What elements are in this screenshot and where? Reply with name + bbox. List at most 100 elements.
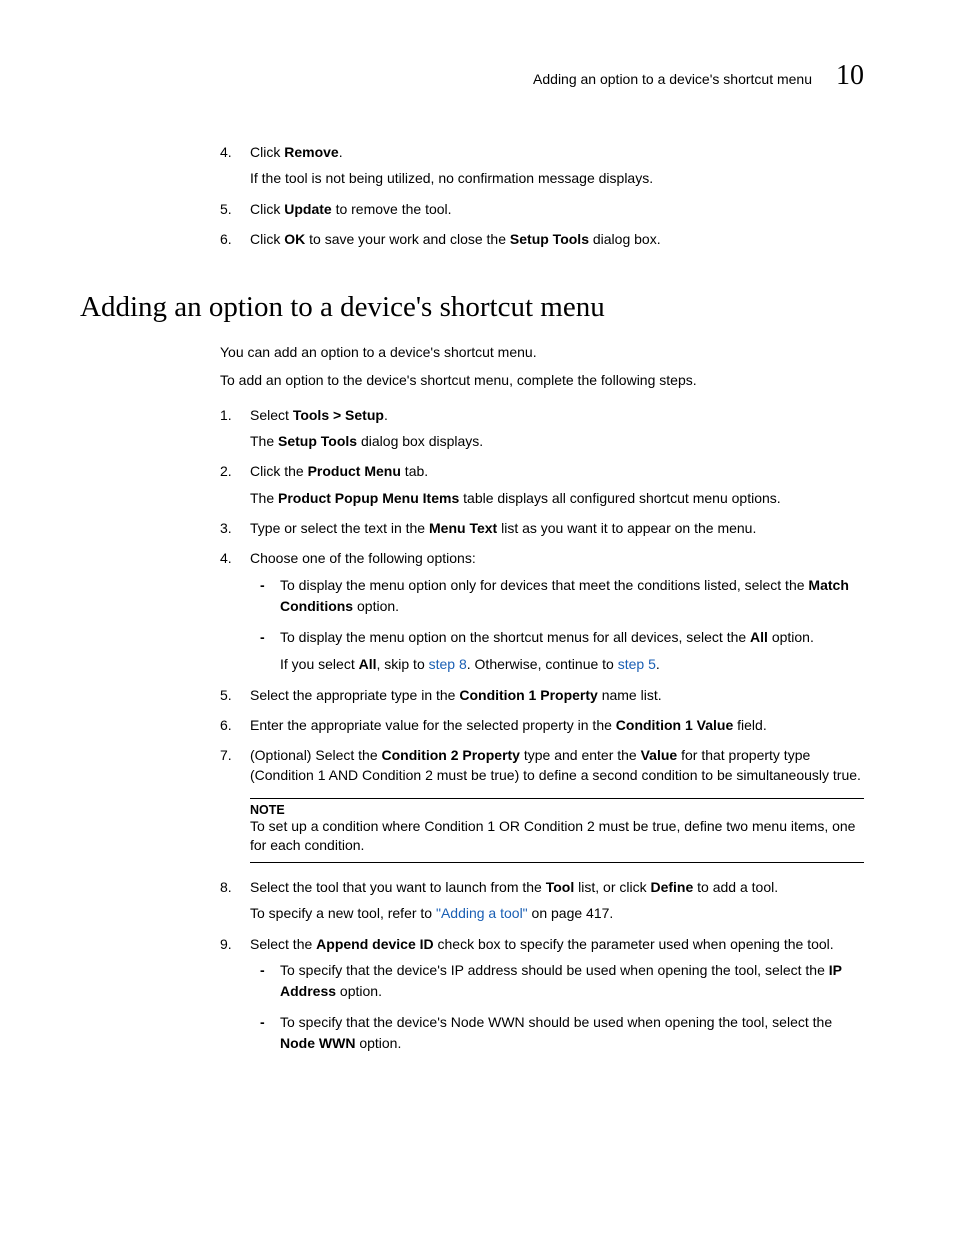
- bold: Tools > Setup: [293, 407, 384, 423]
- bold: Update: [284, 201, 331, 217]
- step-number: 2.: [220, 461, 232, 481]
- text: to add a tool.: [693, 879, 778, 895]
- note-label: NOTE: [250, 803, 864, 817]
- page: Adding an option to a device's shortcut …: [0, 0, 954, 1235]
- bold: Product Menu: [308, 463, 401, 479]
- text: Type or select the text in the: [250, 520, 429, 536]
- adding-a-tool-link[interactable]: "Adding a tool": [436, 905, 528, 921]
- step-number: 4.: [220, 548, 232, 568]
- text: Click the: [250, 463, 308, 479]
- section-heading: Adding an option to a device's shortcut …: [80, 291, 864, 324]
- text: on page 417.: [528, 905, 614, 921]
- text: Click: [250, 231, 284, 247]
- dash-item: To display the menu option on the shortc…: [250, 627, 864, 675]
- intro-paragraph-2: To add an option to the device's shortcu…: [220, 370, 864, 390]
- sub-text: To specify a new tool, refer to "Adding …: [250, 903, 864, 923]
- text: (Optional) Select the: [250, 747, 382, 763]
- note-box: NOTE To set up a condition where Conditi…: [250, 798, 864, 863]
- step-2: 2. Click the Product Menu tab. The Produ…: [220, 461, 864, 508]
- text: , skip to: [376, 656, 428, 672]
- text: option.: [768, 629, 814, 645]
- bold: All: [750, 629, 768, 645]
- note-text: To set up a condition where Condition 1 …: [250, 817, 864, 856]
- intro-paragraph-1: You can add an option to a device's shor…: [220, 342, 864, 362]
- step-3: 3. Type or select the text in the Menu T…: [220, 518, 864, 538]
- text: dialog box.: [589, 231, 661, 247]
- step-5-prior: 5. Click Update to remove the tool.: [220, 199, 864, 219]
- prior-steps-list: 4. Click Remove. If the tool is not bein…: [220, 142, 864, 249]
- bold: Condition 2 Property: [382, 747, 520, 763]
- text: .: [656, 656, 660, 672]
- step-number: 3.: [220, 518, 232, 538]
- step-number: 6.: [220, 229, 232, 249]
- text: Enter the appropriate value for the sele…: [250, 717, 616, 733]
- text: . Otherwise, continue to: [467, 656, 618, 672]
- step-number: 5.: [220, 199, 232, 219]
- step-1: 1. Select Tools > Setup. The Setup Tools…: [220, 405, 864, 452]
- step-number: 8.: [220, 877, 232, 897]
- bold: Node WWN: [280, 1035, 355, 1051]
- text: type and enter the: [520, 747, 641, 763]
- text: tab.: [401, 463, 428, 479]
- text: Click: [250, 144, 284, 160]
- bold: Menu Text: [429, 520, 497, 536]
- text: To display the menu option only for devi…: [280, 577, 808, 593]
- text: If you select: [280, 656, 359, 672]
- step-6: 6. Enter the appropriate value for the s…: [220, 715, 864, 735]
- content-area: 4. Click Remove. If the tool is not bein…: [220, 142, 864, 1054]
- step-number: 5.: [220, 685, 232, 705]
- step-number: 6.: [220, 715, 232, 735]
- text: dialog box displays.: [357, 433, 483, 449]
- sub-text: The Product Popup Menu Items table displ…: [250, 488, 864, 508]
- step-number: 1.: [220, 405, 232, 425]
- text: to remove the tool.: [332, 201, 452, 217]
- bold: Condition 1 Value: [616, 717, 733, 733]
- step-number: 7.: [220, 745, 232, 765]
- header-title: Adding an option to a device's shortcut …: [533, 71, 812, 87]
- step-4: 4. Choose one of the following options: …: [220, 548, 864, 674]
- main-steps-list-continued: 8. Select the tool that you want to laun…: [220, 877, 864, 1054]
- text: option.: [336, 983, 382, 999]
- bold: Append device ID: [316, 936, 433, 952]
- step-number: 9.: [220, 934, 232, 954]
- text: check box to specify the parameter used …: [434, 936, 834, 952]
- text: to save your work and close the: [305, 231, 510, 247]
- step-8-link[interactable]: step 8: [429, 656, 467, 672]
- text: option.: [353, 598, 399, 614]
- bold: Define: [650, 879, 693, 895]
- text: option.: [355, 1035, 401, 1051]
- text: To display the menu option on the shortc…: [280, 629, 750, 645]
- sub-text: If you select All, skip to step 8. Other…: [280, 654, 864, 675]
- step-5-link[interactable]: step 5: [618, 656, 656, 672]
- dash-item: To display the menu option only for devi…: [250, 575, 864, 617]
- bold: All: [359, 656, 377, 672]
- text: name list.: [598, 687, 662, 703]
- dash-list: To specify that the device's IP address …: [250, 960, 864, 1054]
- text: list, or click: [574, 879, 650, 895]
- text: Select the appropriate type in the: [250, 687, 459, 703]
- text: Select the: [250, 936, 316, 952]
- page-header: Adding an option to a device's shortcut …: [80, 60, 864, 92]
- text: The: [250, 433, 278, 449]
- step-6-prior: 6. Click OK to save your work and close …: [220, 229, 864, 249]
- dash-item: To specify that the device's Node WWN sh…: [250, 1012, 864, 1054]
- chapter-number: 10: [836, 60, 864, 92]
- sub-text: If the tool is not being utilized, no co…: [250, 168, 864, 188]
- text: .: [384, 407, 388, 423]
- text: To specify that the device's IP address …: [280, 962, 829, 978]
- step-7: 7. (Optional) Select the Condition 2 Pro…: [220, 745, 864, 786]
- text: The: [250, 490, 278, 506]
- step-number: 4.: [220, 142, 232, 162]
- dash-list: To display the menu option only for devi…: [250, 575, 864, 675]
- bold: Value: [641, 747, 678, 763]
- bold: Condition 1 Property: [459, 687, 597, 703]
- text: list as you want it to appear on the men…: [497, 520, 756, 536]
- main-steps-list: 1. Select Tools > Setup. The Setup Tools…: [220, 405, 864, 786]
- step-8: 8. Select the tool that you want to laun…: [220, 877, 864, 924]
- step-4-prior: 4. Click Remove. If the tool is not bein…: [220, 142, 864, 189]
- bold: Setup Tools: [510, 231, 589, 247]
- text: .: [339, 144, 343, 160]
- dash-item: To specify that the device's IP address …: [250, 960, 864, 1002]
- bold: OK: [284, 231, 305, 247]
- bold: Tool: [546, 879, 575, 895]
